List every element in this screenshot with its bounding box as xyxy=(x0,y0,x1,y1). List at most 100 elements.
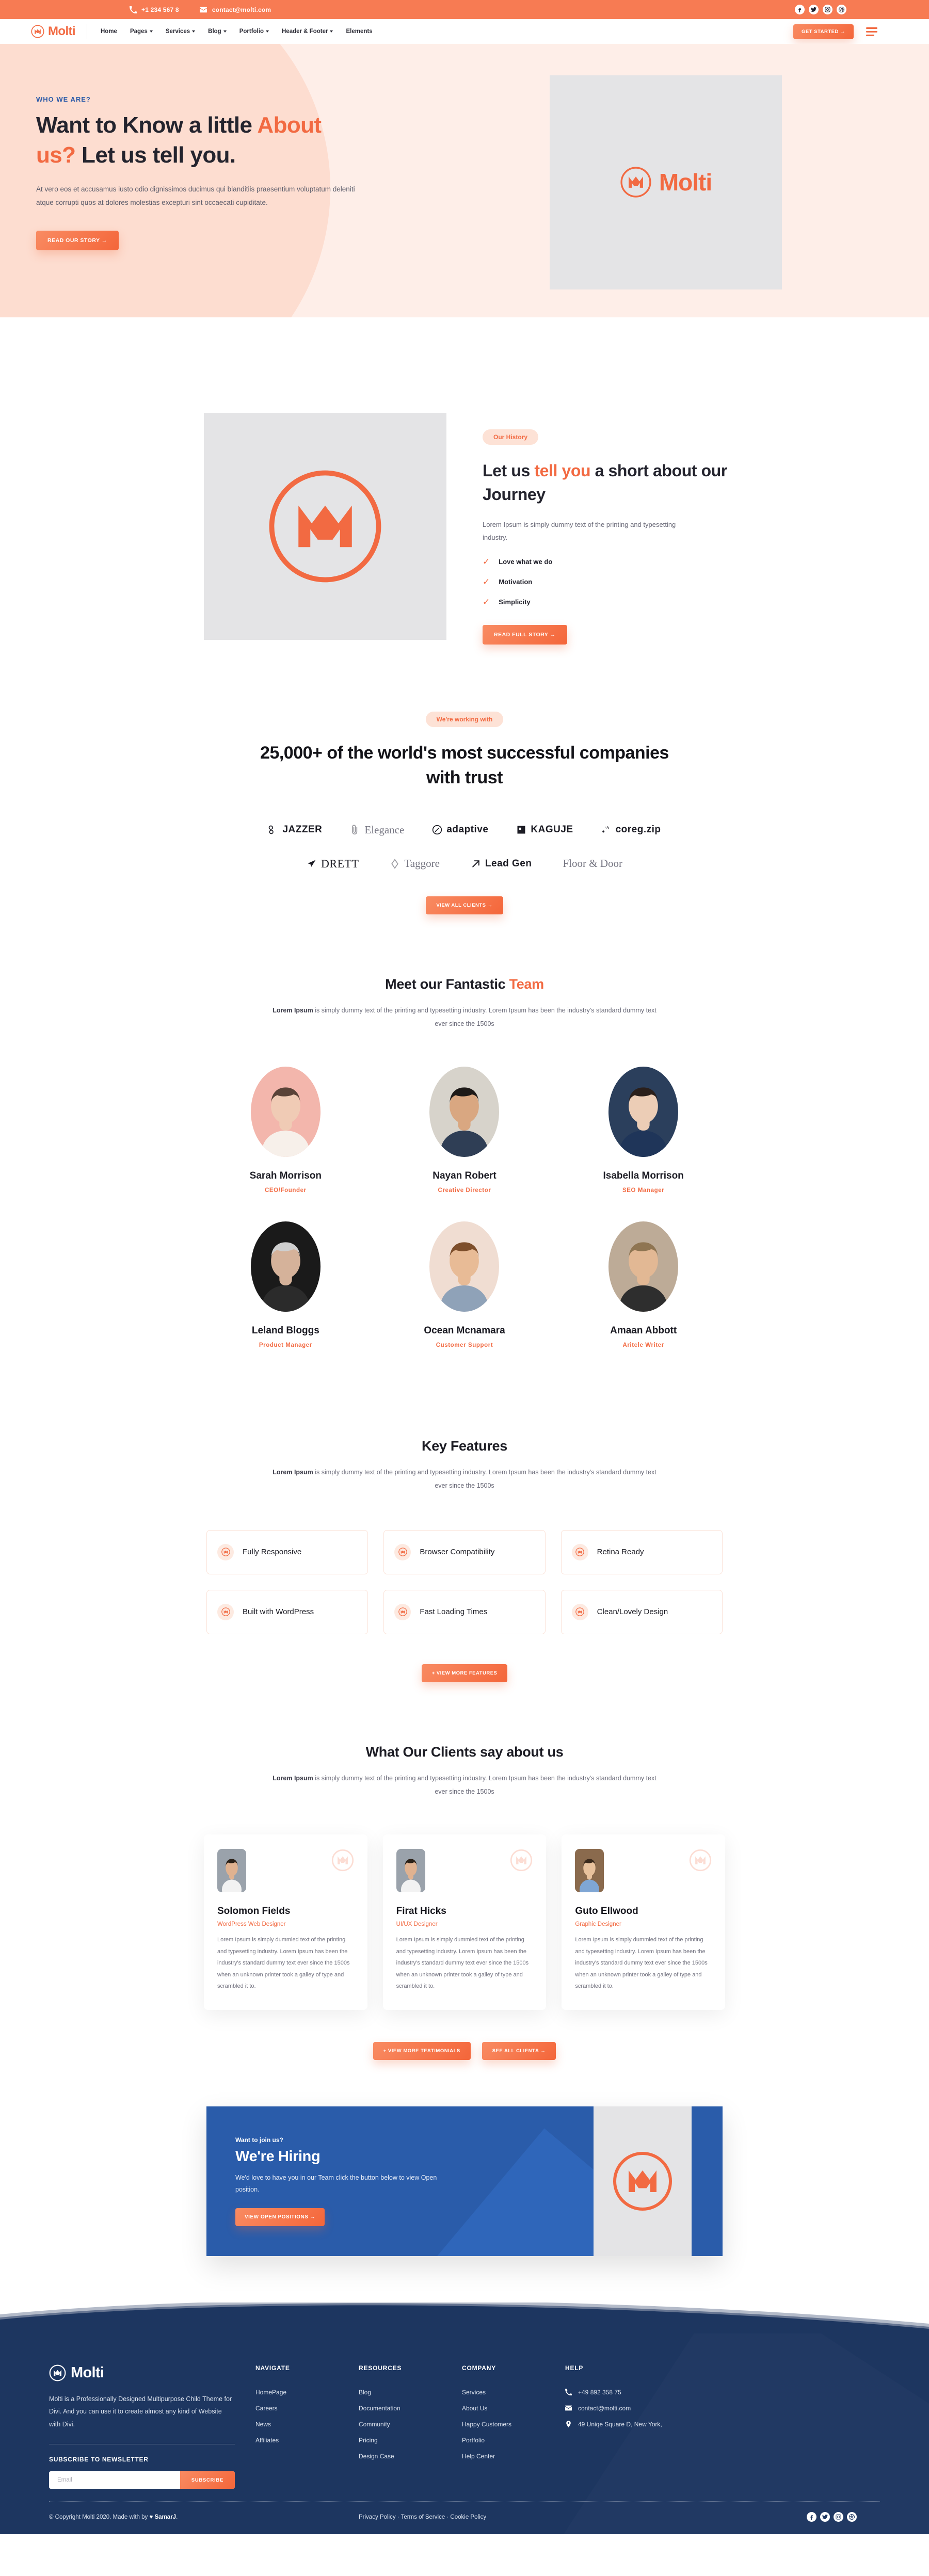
footer-link[interactable]: About Us xyxy=(462,2405,565,2412)
topbar-email[interactable]: contact@molti.com xyxy=(200,6,271,13)
feature-card[interactable]: Retina Ready xyxy=(560,1530,723,1574)
feature-card[interactable]: Clean/Lovely Design xyxy=(560,1589,723,1634)
nav-item-portfolio[interactable]: Portfolio xyxy=(239,28,269,35)
hiring-paragraph: We'd love to have you in our Team click … xyxy=(235,2174,437,2194)
logo[interactable]: Molti xyxy=(31,24,76,39)
footer-link[interactable]: Portfolio xyxy=(462,2437,565,2444)
facebook-icon[interactable] xyxy=(807,2512,816,2522)
hiring-title: We're Hiring xyxy=(235,2148,321,2165)
see-all-clients-button[interactable]: SEE ALL CLIENTS → xyxy=(482,2041,556,2060)
footer-link[interactable]: Design Case xyxy=(359,2453,462,2460)
twitter-icon[interactable] xyxy=(809,5,819,14)
read-full-story-button[interactable]: READ FULL STORY → xyxy=(483,625,567,645)
testimonial-text: Lorem Ipsum is simply dummied text of th… xyxy=(217,1937,350,1990)
footer-logo[interactable]: Molti xyxy=(49,2364,235,2381)
checklist-item: ✓ Love what we do xyxy=(483,557,779,566)
testimonials-paragraph-bold: Lorem Ipsum xyxy=(273,1774,313,1782)
avatar xyxy=(429,1221,500,1312)
team-member-card: Sarah Morrison CEO/Founder xyxy=(206,1067,365,1194)
features-paragraph: Lorem Ipsum is simply dummy text of the … xyxy=(268,1466,661,1493)
client-logos-row-1: JAZZER Elegance adaptive KAGUJE coreg.zi… xyxy=(0,824,929,836)
team-member-name: Nayan Robert xyxy=(433,1170,496,1182)
hiring-accent-panel xyxy=(692,2106,723,2256)
client-logo-adaptive: adaptive xyxy=(432,824,488,835)
footer-link[interactable]: Pricing xyxy=(359,2437,462,2444)
facebook-icon[interactable] xyxy=(795,5,805,14)
legal-links[interactable]: Privacy Policy · Terms of Service · Cook… xyxy=(359,2514,486,2520)
footer-link[interactable]: Help Center xyxy=(462,2453,565,2460)
feature-card[interactable]: Fully Responsive xyxy=(206,1530,369,1574)
team-member-role: Customer Support xyxy=(436,1342,493,1349)
footer-link[interactable]: HomePage xyxy=(255,2389,359,2396)
footer-column-navigate: NAVIGATE HomePage Careers News Affiliates xyxy=(255,2364,359,2489)
email-input[interactable] xyxy=(49,2471,180,2489)
molti-logo-icon xyxy=(612,2150,674,2212)
footer-link[interactable]: Affiliates xyxy=(255,2437,359,2444)
journey-title: Let us tell you a short about our Journe… xyxy=(483,459,779,507)
nav-item-home[interactable]: Home xyxy=(101,28,117,35)
get-started-button[interactable]: GET STARTED → xyxy=(793,24,854,39)
nav-item-header-footer[interactable]: Header & Footer xyxy=(282,28,333,35)
footer-link[interactable]: Community xyxy=(359,2421,462,2428)
team-member-card: Amaan Abbott Aritcle Writer xyxy=(564,1221,723,1348)
footer-logo-text: Molti xyxy=(71,2364,104,2381)
footer-phone[interactable]: +49 892 358 75 xyxy=(565,2389,704,2396)
phone-icon xyxy=(565,2389,572,2396)
testimonial-role: UI/UX Designer xyxy=(396,1921,438,1928)
dribbble-icon[interactable] xyxy=(837,5,846,14)
footer-column-title: RESOURCES xyxy=(359,2364,402,2372)
footer-phone-label: +49 892 358 75 xyxy=(578,2388,621,2396)
client-logo-label: JAZZER xyxy=(282,824,323,835)
feature-card[interactable]: Browser Compatibility xyxy=(383,1530,546,1574)
instagram-icon[interactable] xyxy=(834,2512,843,2522)
feature-card[interactable]: Built with WordPress xyxy=(206,1589,369,1634)
chevron-down-icon xyxy=(266,30,269,33)
nav-item-label: Elements xyxy=(346,28,373,35)
footer-link[interactable]: Happy Customers xyxy=(462,2421,565,2428)
subscribe-button[interactable]: SUBSCRIBE xyxy=(180,2471,235,2489)
testimonials-paragraph: Lorem Ipsum is simply dummy text of the … xyxy=(268,1772,661,1799)
footer: Molti Molti is a Professionally Designed… xyxy=(0,2333,929,2535)
topbar-phone[interactable]: +1 234 567 8 xyxy=(129,6,179,13)
nav-item-blog[interactable]: Blog xyxy=(208,28,227,35)
testimonials-section: What Our Clients say about us Lorem Ipsu… xyxy=(0,1713,929,2091)
nav-item-services[interactable]: Services xyxy=(166,28,196,35)
features-paragraph-rest: is simply dummy text of the printing and… xyxy=(313,1469,656,1490)
team-member-name: Amaan Abbott xyxy=(610,1325,677,1337)
team-paragraph-rest: is simply dummy text of the printing and… xyxy=(313,1006,656,1027)
instagram-icon[interactable] xyxy=(823,5,832,14)
feature-card[interactable]: Fast Loading Times xyxy=(383,1589,546,1634)
team-paragraph-bold: Lorem Ipsum xyxy=(273,1006,313,1014)
view-all-clients-button[interactable]: VIEW ALL CLIENTS → xyxy=(426,896,503,914)
team-member-card: Isabella Morrison SEO Manager xyxy=(564,1067,723,1194)
footer-link[interactable]: Documentation xyxy=(359,2405,462,2412)
molti-logo-icon xyxy=(571,1543,588,1560)
nav-item-elements[interactable]: Elements xyxy=(346,28,372,35)
view-open-positions-button[interactable]: VIEW OPEN POSITIONS → xyxy=(235,2208,325,2227)
footer-link[interactable]: News xyxy=(255,2421,359,2428)
testimonial-text: Lorem Ipsum is simply dummied text of th… xyxy=(575,1937,708,1990)
checklist-item: ✓ Motivation xyxy=(483,577,779,586)
footer-links: Blog Documentation Community Pricing Design … xyxy=(359,2389,462,2460)
team-title-accent: Team xyxy=(509,976,544,992)
footer-email[interactable]: contact@molti.com xyxy=(565,2405,704,2412)
footer-link[interactable]: Services xyxy=(462,2389,565,2396)
checklist-item: ✓ Simplicity xyxy=(483,598,779,606)
footer-column-title: NAVIGATE xyxy=(255,2364,290,2372)
trust-title: 25,000+ of the world's most successful c… xyxy=(260,743,669,788)
footer-bottom-bar: © Copyright Molti 2020. Made with by ♥ S… xyxy=(0,2502,929,2534)
view-more-features-button[interactable]: + VIEW MORE FEATURES xyxy=(421,1664,508,1682)
hamburger-menu-icon[interactable] xyxy=(866,27,877,36)
view-more-testimonials-button[interactable]: + VIEW MORE TESTIMONIALS xyxy=(373,2041,471,2060)
main-navigation: Molti Home Pages Services Blog Portfolio… xyxy=(0,19,929,44)
dribbble-icon[interactable] xyxy=(847,2512,857,2522)
footer-link[interactable]: Careers xyxy=(255,2405,359,2412)
feature-label: Retina Ready xyxy=(597,1548,644,1557)
nav-item-pages[interactable]: Pages xyxy=(130,28,153,35)
diamond-icon xyxy=(391,858,399,869)
footer-link[interactable]: Blog xyxy=(359,2389,462,2396)
client-logos-row-2: DRETT Taggore Lead Gen Floor & Door xyxy=(0,857,929,871)
read-our-story-button[interactable]: READ OUR STORY → xyxy=(36,230,119,250)
hero-media: Molti xyxy=(434,44,898,317)
twitter-icon[interactable] xyxy=(820,2512,830,2522)
